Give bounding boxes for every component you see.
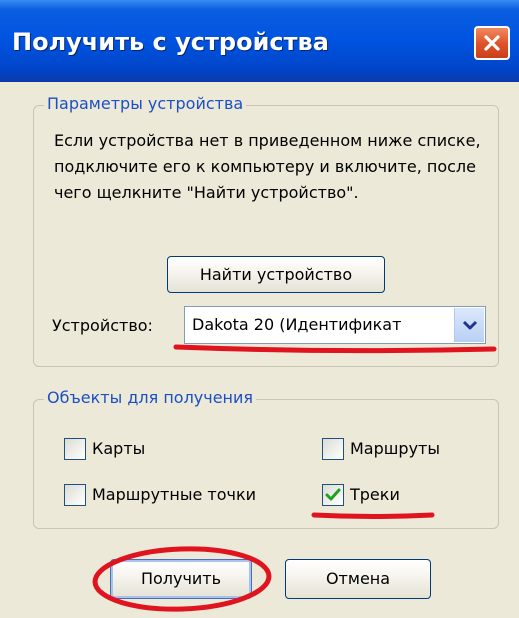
maps-checkbox[interactable] [64,438,86,460]
tracks-checkbox[interactable] [322,484,344,506]
routes-checkbox-label[interactable]: Маршруты [350,439,440,458]
title-bar[interactable]: Получить с устройства [0,0,519,82]
checkmark-icon [325,488,341,501]
window-title: Получить с устройства [12,28,329,56]
objects-group-title: Объекты для получения [44,388,257,407]
dialog-window: Получить с устройства Параметры устройст… [0,0,519,618]
find-device-button[interactable]: Найти устройство [167,256,385,293]
device-params-group-title: Параметры устройства [44,94,247,113]
device-params-group: Параметры устройства Если устройства нет… [33,94,499,367]
cancel-button[interactable]: Отмена [285,559,431,599]
device-select[interactable]: Dakota 20 (Идентификат [184,306,486,344]
device-label: Устройство: [52,316,153,335]
tracks-checkbox-label[interactable]: Треки [350,485,400,504]
maps-checkbox-label[interactable]: Карты [92,439,145,458]
waypoints-checkbox-label[interactable]: Маршрутные точки [92,485,256,504]
close-icon [484,35,500,51]
chevron-down-icon [462,320,478,330]
objects-group: Объекты для получения Карты Маршруты Мар… [33,388,499,529]
waypoints-checkbox[interactable] [64,484,86,506]
device-select-value: Dakota 20 (Идентификат [192,315,402,334]
get-button[interactable]: Получить [110,559,252,599]
close-button[interactable] [474,26,510,60]
routes-checkbox[interactable] [322,438,344,460]
device-dropdown-button[interactable] [454,308,484,342]
instructions-text: Если устройства нет в приведенном ниже с… [54,131,481,202]
